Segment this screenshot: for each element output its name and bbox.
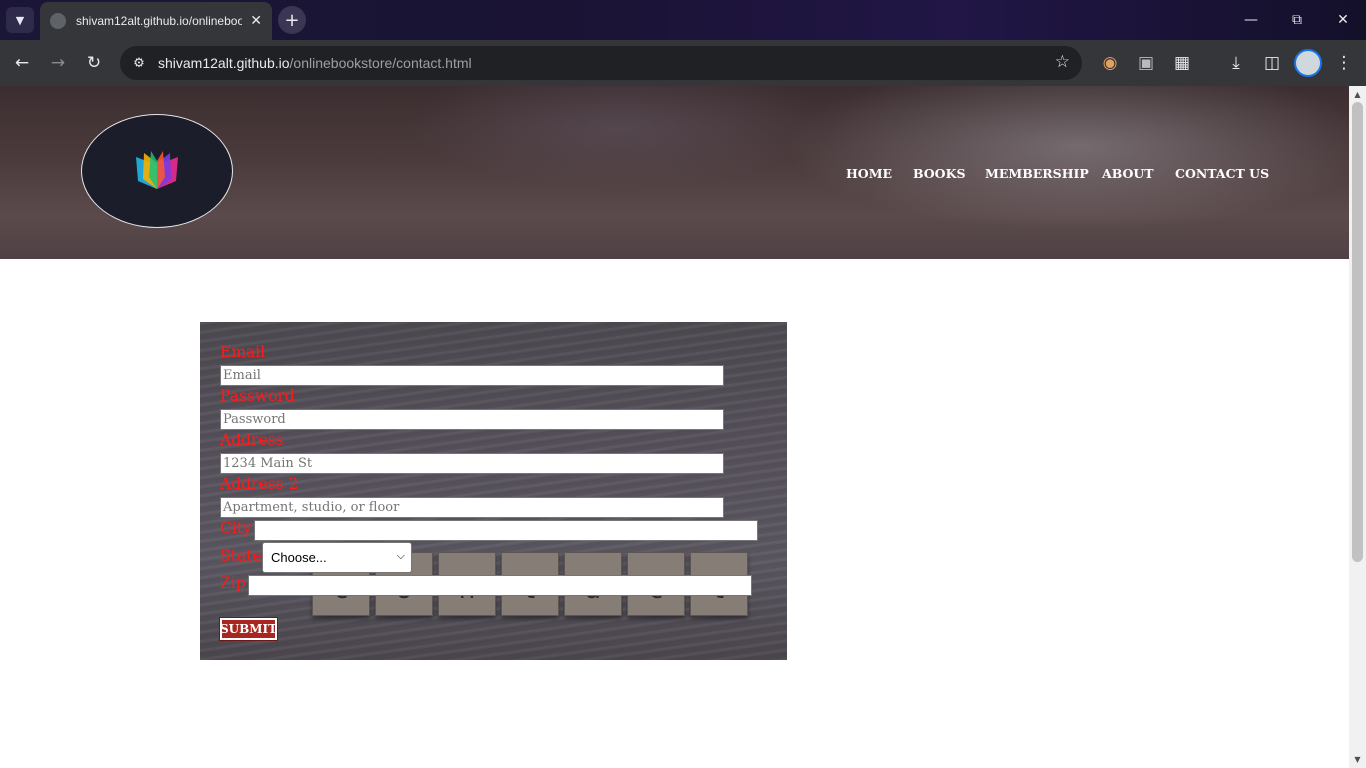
header-banner: HOME BOOKS MEMBERSHIP ABOUT CONTACT US <box>0 86 1349 259</box>
new-tab-plus-icon[interactable]: + <box>278 6 306 34</box>
state-select[interactable]: Choose... ⌵ <box>262 542 412 573</box>
tab-strip: ▼ shivam12alt.github.io/onlinebookstore/… <box>0 0 1366 40</box>
menu-dots-icon[interactable]: ⋮ <box>1330 49 1358 77</box>
tab-favicon-icon <box>50 13 66 29</box>
profile-avatar[interactable] <box>1294 49 1322 77</box>
forward-arrow-icon[interactable]: → <box>44 49 72 77</box>
browser-tab-active[interactable]: shivam12alt.github.io/onlinebookstore/co… <box>40 2 272 40</box>
state-label: State <box>220 547 262 565</box>
cookie-extension-icon[interactable]: ◉ <box>1096 49 1124 77</box>
address2-field[interactable] <box>220 497 724 518</box>
chevron-down-icon: ⌵ <box>396 550 405 562</box>
side-panel-icon[interactable]: ◫ <box>1258 49 1286 77</box>
page-scrollbar[interactable]: ▲ ▼ <box>1349 86 1366 768</box>
browser-toolbar: ← → ↻ ⚙ shivam12alt.github.io/onlinebook… <box>0 40 1366 86</box>
password-label: Password <box>220 387 295 405</box>
email-field[interactable] <box>220 365 724 386</box>
city-field[interactable] <box>254 520 758 541</box>
url-host: shivam12alt.github.io <box>158 55 290 71</box>
url-text[interactable]: shivam12alt.github.io/onlinebookstore/co… <box>158 55 472 71</box>
book-logo-icon <box>136 151 178 189</box>
reload-icon[interactable]: ↻ <box>80 49 108 77</box>
nav-membership[interactable]: MEMBERSHIP <box>985 166 1089 184</box>
city-label: City <box>220 519 252 537</box>
nav-about[interactable]: ABOUT <box>1102 166 1154 184</box>
extensions-puzzle-icon[interactable]: ▦ <box>1168 49 1196 77</box>
camera-extension-icon[interactable]: ▣ <box>1132 49 1160 77</box>
address-field[interactable] <box>220 453 724 474</box>
download-icon[interactable]: ⤓ <box>1222 49 1250 77</box>
address-label: Address <box>220 431 284 449</box>
address2-label: Address 2 <box>220 475 299 493</box>
minimize-icon[interactable]: — <box>1228 0 1274 40</box>
tab-title: shivam12alt.github.io/onlinebookstore/co… <box>76 14 243 28</box>
email-label: Email <box>220 343 266 361</box>
scroll-thumb[interactable] <box>1352 102 1363 562</box>
zip-label: Zip <box>220 574 246 592</box>
bookmark-star-icon[interactable]: ☆ <box>1055 52 1070 72</box>
tab-search-chevron-icon[interactable]: ▼ <box>6 7 34 33</box>
site-logo[interactable] <box>81 114 233 228</box>
page-viewport: HOME BOOKS MEMBERSHIP ABOUT CONTACT US c… <box>0 86 1349 768</box>
zip-field[interactable] <box>248 575 752 596</box>
close-icon[interactable]: ✕ <box>250 13 262 29</box>
site-info-tune-icon[interactable]: ⚙ <box>128 52 150 74</box>
scroll-up-arrow-icon[interactable]: ▲ <box>1353 90 1362 99</box>
password-field[interactable] <box>220 409 724 430</box>
scroll-down-arrow-icon[interactable]: ▼ <box>1353 755 1362 764</box>
restore-icon[interactable]: ⧉ <box>1274 0 1320 40</box>
window-close-icon[interactable]: ✕ <box>1320 0 1366 40</box>
nav-books[interactable]: BOOKS <box>913 166 965 184</box>
contact-form: c o n t a c t Email Password Address Add… <box>200 322 787 660</box>
state-selected-value: Choose... <box>271 550 327 565</box>
address-bar[interactable]: ⚙ shivam12alt.github.io/onlinebookstore/… <box>120 46 1082 80</box>
url-path: /onlinebookstore/contact.html <box>289 55 472 71</box>
nav-contact-us[interactable]: CONTACT US <box>1175 166 1269 184</box>
submit-button[interactable]: SUBMIT <box>219 617 278 641</box>
nav-home[interactable]: HOME <box>846 166 892 184</box>
back-arrow-icon[interactable]: ← <box>8 49 36 77</box>
